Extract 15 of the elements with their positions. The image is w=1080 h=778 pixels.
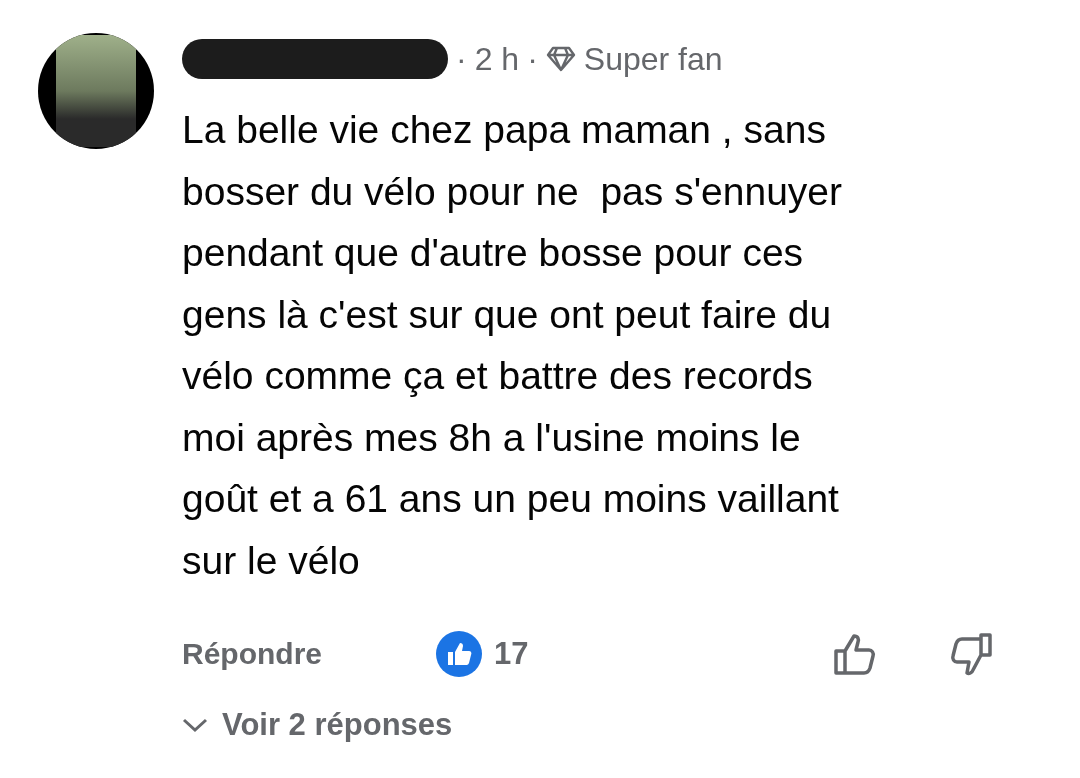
reply-button[interactable]: Répondre	[182, 637, 436, 671]
like-reaction-icon	[436, 631, 482, 677]
thumbs-down-icon	[948, 631, 994, 677]
badge-label: Super fan	[583, 40, 723, 78]
dot-separator: ·	[527, 40, 538, 78]
comment-text: La belle vie chez papa maman , sans bosser du vélo pour ne pas s'ennuyer pendant que d'autre bosse pour ces gens là c'est sur que ont peut faire du vélo comme ça et battre des records moi après mes 8h a l'usine moins le goût et a 61 ans un peu moins vaillant sur le vélo	[182, 107, 844, 584]
like-count: 17	[494, 636, 529, 672]
like-button[interactable]	[832, 631, 878, 677]
dislike-button[interactable]	[948, 631, 994, 677]
view-replies-link[interactable]: Voir 2 réponses	[182, 707, 453, 743]
timestamp: 2 h	[474, 40, 520, 78]
dot-separator: ·	[456, 40, 467, 78]
thumbs-up-icon	[832, 631, 878, 677]
chevron-down-icon	[182, 717, 208, 733]
diamond-icon	[545, 46, 576, 72]
